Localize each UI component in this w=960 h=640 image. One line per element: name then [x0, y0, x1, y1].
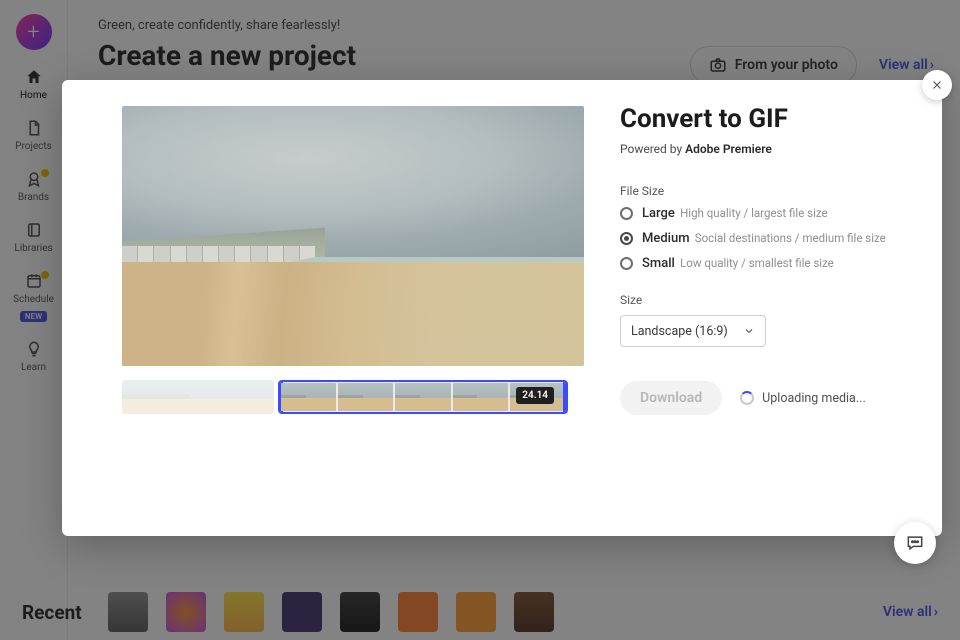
timecode-badge: 24.14 — [516, 387, 554, 404]
close-button[interactable] — [922, 70, 952, 100]
help-chat-button[interactable] — [894, 522, 936, 564]
file-size-label: File Size — [620, 184, 902, 198]
radio-label: Large — [642, 206, 675, 221]
uploading-text: Uploading media... — [762, 391, 866, 406]
spinner-icon — [740, 391, 754, 405]
radio-desc: Low quality / smallest file size — [680, 256, 834, 270]
powered-brand: Adobe Premiere — [685, 142, 772, 156]
filesize-medium-radio[interactable]: Medium Social destinations / medium file… — [620, 231, 902, 246]
filesize-large-radio[interactable]: Large High quality / largest file size — [620, 206, 902, 221]
file-size-options: Large High quality / largest file size M… — [620, 206, 902, 271]
size-value: Landscape (16:9) — [631, 324, 728, 339]
modal-title: Convert to GIF — [620, 104, 902, 134]
convert-gif-modal: 24.14 Convert to GIF Powered by Adobe Pr… — [62, 80, 942, 536]
chat-icon — [905, 533, 925, 553]
chevron-down-icon — [743, 325, 755, 337]
uploading-status: Uploading media... — [740, 391, 866, 406]
size-select[interactable]: Landscape (16:9) — [620, 315, 766, 347]
radio-icon — [620, 207, 633, 220]
filesize-small-radio[interactable]: Small Low quality / smallest file size — [620, 256, 902, 271]
modal-options-panel: Convert to GIF Powered by Adobe Premiere… — [620, 104, 902, 415]
modal-preview-area: 24.14 — [122, 106, 584, 414]
powered-prefix: Powered by — [620, 142, 685, 156]
close-icon — [930, 78, 944, 92]
radio-label: Medium — [642, 231, 690, 246]
radio-label: Small — [642, 256, 675, 271]
trim-timeline[interactable]: 24.14 — [122, 380, 568, 414]
timeline-outside-range — [122, 380, 274, 414]
modal-actions: Download Uploading media... — [620, 381, 902, 415]
radio-icon — [620, 232, 633, 245]
video-preview[interactable] — [122, 106, 584, 366]
download-button[interactable]: Download — [620, 381, 722, 415]
size-label: Size — [620, 293, 902, 307]
powered-by: Powered by Adobe Premiere — [620, 142, 902, 156]
timeline-selected-range[interactable]: 24.14 — [278, 380, 568, 414]
radio-desc: Social destinations / medium file size — [695, 231, 886, 245]
trim-handle-right[interactable] — [563, 380, 568, 414]
radio-desc: High quality / largest file size — [680, 206, 828, 220]
radio-icon — [620, 257, 633, 270]
